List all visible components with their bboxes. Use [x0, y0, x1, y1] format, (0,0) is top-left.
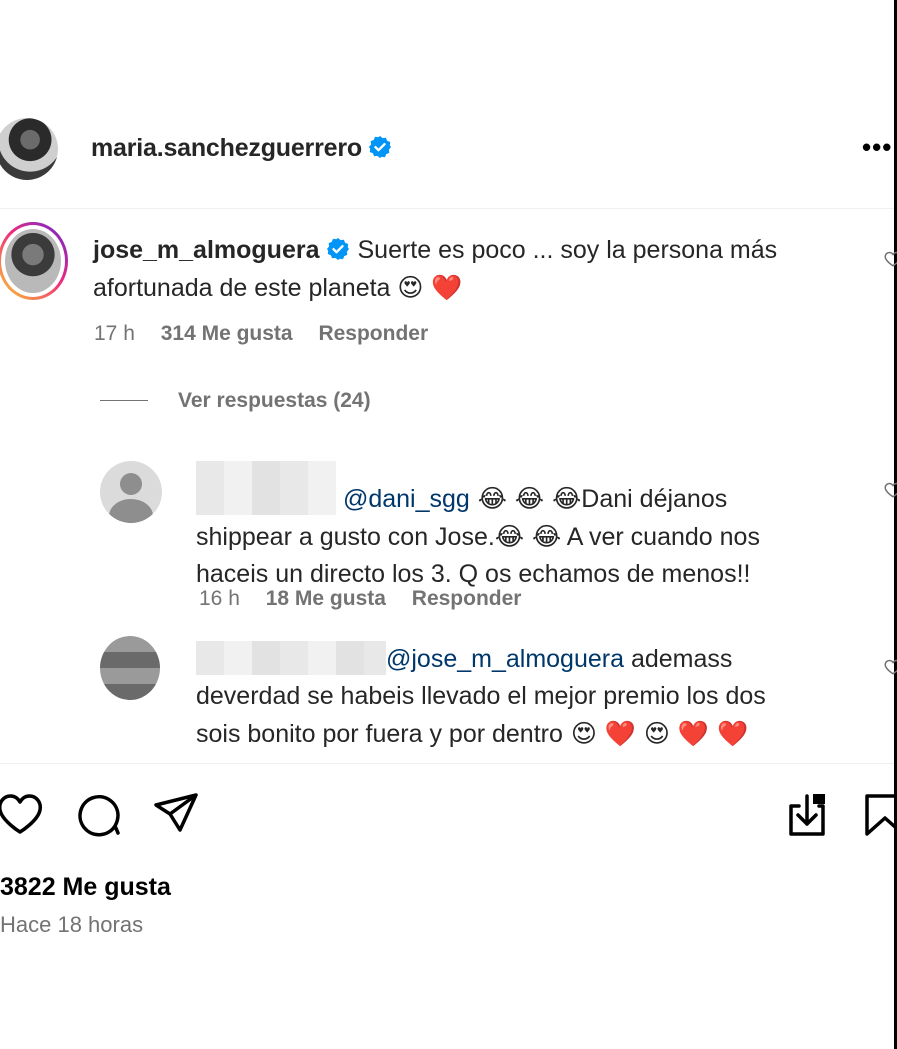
likes-count[interactable]: 3822 Me gusta [0, 873, 171, 902]
reply-2-line1: ademass [624, 645, 733, 673]
comment-username[interactable]: jose_m_almoguera [93, 236, 320, 264]
reply-1-body: @dani_sgg 😂 😂 😂Dani déjanos shippear a g… [196, 461, 876, 593]
reply-1-line2: shippear a gusto con Jose. [196, 523, 495, 551]
view-replies-label: Ver respuestas (24) [178, 389, 371, 412]
header-divider [0, 208, 894, 209]
comment-emojis: 😍 ❤️ [397, 273, 463, 302]
comment-like-icon[interactable] [884, 250, 897, 268]
actions-divider [0, 763, 894, 764]
comment-likes[interactable]: 314 Me gusta [161, 322, 293, 345]
reply-2-line3: sois bonito por fuera y por dentro [196, 720, 563, 748]
comment-reply-button[interactable]: Responder [318, 322, 428, 345]
post-timestamp: Hace 18 horas [0, 912, 144, 937]
view-replies-button[interactable]: Ver respuestas (24) [100, 389, 371, 413]
post-actions [0, 790, 897, 844]
reply-1-line1: Dani déjanos [581, 485, 728, 513]
author-username-text[interactable]: maria.sanchezguerrero [91, 134, 362, 162]
reply-2-avatar-blurred[interactable] [100, 636, 160, 700]
view-replies-line [100, 400, 148, 401]
verified-badge-icon [368, 136, 391, 158]
reply-1-meta: 16 h 18 Me gusta Responder [199, 587, 541, 611]
reply-1-like-icon[interactable] [884, 481, 897, 499]
commenter-avatar[interactable] [5, 229, 61, 293]
post-header: maria.sanchezguerrero ••• [0, 118, 894, 182]
more-options-button[interactable]: ••• [862, 132, 892, 163]
reply-1-line3: haceis un directo los 3. Q os echamos de… [196, 560, 751, 588]
comment-meta: 17 h 314 Me gusta Responder [94, 322, 448, 346]
reply-2-emojis: 😍 ❤️ 😍 ❤️ ❤️ [562, 719, 749, 748]
reply-1-likes[interactable]: 18 Me gusta [266, 587, 386, 610]
comment-body: jose_m_almoguera Suerte es poco ... soy … [93, 232, 853, 307]
author-avatar[interactable] [0, 118, 58, 180]
download-icon[interactable] [783, 790, 831, 838]
blurred-username [196, 641, 386, 675]
reply-1-time: 16 h [199, 587, 240, 610]
author-username[interactable]: maria.sanchezguerrero [91, 134, 392, 163]
verified-badge-icon [326, 238, 349, 260]
reply-1-reply-button[interactable]: Responder [412, 587, 522, 610]
bookmark-icon[interactable] [861, 790, 897, 838]
reply-1-emojis-mid: 😂 😂 [494, 522, 562, 551]
reply-1-line2b: A ver cuando nos [561, 523, 760, 551]
reply-2-line2: deverdad se habeis llevado el mejor prem… [196, 682, 766, 710]
reply-1-mention[interactable]: @dani_sgg [343, 485, 470, 513]
comment-time: 17 h [94, 322, 135, 345]
story-ring[interactable] [0, 222, 68, 300]
reply-2-body: @jose_m_almoguera ademass deverdad se ha… [196, 641, 876, 753]
paper-plane-icon[interactable] [152, 790, 200, 838]
heart-icon[interactable] [0, 790, 44, 838]
comment-bubble-icon[interactable] [74, 790, 122, 838]
blurred-username [196, 461, 336, 515]
reply-2-mention[interactable]: @jose_m_almoguera [386, 645, 624, 673]
reply-avatar-default[interactable] [100, 461, 162, 523]
reply-1-emojis: 😂 😂 😂 [469, 484, 582, 513]
reply-2-like-icon[interactable] [884, 658, 897, 676]
